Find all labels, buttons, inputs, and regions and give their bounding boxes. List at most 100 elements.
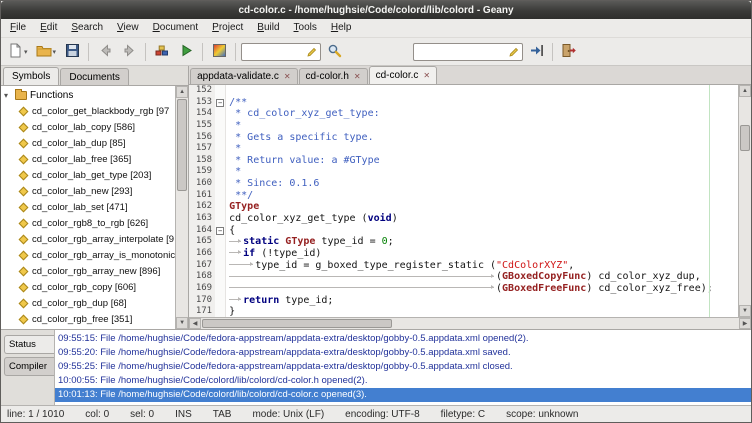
symbol-item[interactable]: cd_color_lab_set [471] — [1, 199, 175, 215]
new-file-dropdown-caret[interactable]: ▾ — [24, 48, 28, 56]
scroll-down-arrow[interactable]: ▼ — [739, 305, 751, 317]
symbol-item[interactable]: cd_color_rgb_free [351] — [1, 311, 175, 327]
editor-tab-cd-color.c[interactable]: cd-color.c✕ — [369, 66, 438, 84]
goto-line-button[interactable] — [525, 41, 547, 63]
symbol-item[interactable]: cd_color_rgb8_to_rgb [626] — [1, 215, 175, 231]
scroll-right-arrow[interactable]: ▶ — [739, 318, 751, 329]
tree-root-functions[interactable]: ▾Functions — [1, 87, 175, 103]
symbol-item[interactable]: cd_color_rgb_copy [606] — [1, 279, 175, 295]
menu-item-edit[interactable]: Edit — [33, 19, 64, 37]
symbol-item[interactable]: cd_color_rgb_array_interpolate [9 — [1, 231, 175, 247]
code-line[interactable]: 152 — [189, 85, 738, 97]
message-row[interactable]: 09:55:20: File /home/hughsie/Code/fedora… — [55, 346, 751, 360]
run-button[interactable] — [175, 41, 197, 63]
code-line[interactable]: 154 * cd_color_xyz_get_type: — [189, 108, 738, 120]
code-editor[interactable]: 152153−/**154 * cd_color_xyz_get_type:15… — [189, 85, 738, 317]
symbol-item[interactable]: cd_color_lab_get_type [203] — [1, 167, 175, 183]
message-row[interactable]: 10:01:13: File /home/hughsie/Code/colord… — [55, 388, 751, 402]
code-line[interactable]: 156 * Gets a specific type. — [189, 132, 738, 144]
editor-tab-cd-color.h[interactable]: cd-color.h ✕ — [299, 68, 368, 84]
menu-item-search[interactable]: Search — [64, 19, 110, 37]
entry-clear-icon[interactable] — [306, 47, 318, 57]
code-token: ) — [392, 213, 398, 224]
scrollbar-thumb[interactable] — [740, 125, 750, 151]
editor-tab-appdata-validate.c[interactable]: appdata-validate.c✕ — [190, 68, 297, 84]
scroll-down-arrow[interactable]: ▼ — [176, 317, 188, 329]
scroll-left-arrow[interactable]: ◀ — [189, 318, 201, 329]
code-line[interactable]: 165static GType type_id = 0; — [189, 236, 738, 248]
new-file-button[interactable]: ▾ — [5, 41, 31, 63]
sidebar-tab-documents[interactable]: Documents — [60, 68, 129, 85]
code-line[interactable]: 167type_id = g_boxed_type_register_stati… — [189, 260, 738, 272]
code-line[interactable]: 169(GBoxedFreeFunc) cd_color_xyz_free); — [189, 283, 738, 295]
code-line[interactable]: 171} — [189, 306, 738, 317]
navigate-back-button[interactable] — [94, 41, 116, 63]
symbol-item[interactable]: cd_color_rgb_array_new [896] — [1, 263, 175, 279]
navigate-forward-button[interactable] — [118, 41, 140, 63]
message-row[interactable]: 09:55:15: File /home/hughsie/Code/fedora… — [55, 332, 751, 346]
compile-button[interactable] — [151, 41, 173, 63]
code-line[interactable]: 161 **/ — [189, 190, 738, 202]
code-line[interactable]: 160 * Since: 0.1.6 — [189, 178, 738, 190]
menu-item-document[interactable]: Document — [146, 19, 206, 37]
code-line[interactable]: 163cd_color_xyz_get_type (void) — [189, 213, 738, 225]
search-button[interactable] — [323, 41, 345, 63]
tab-close-icon[interactable]: ✕ — [423, 72, 430, 80]
editor-hscrollbar[interactable]: ◀ ▶ — [189, 317, 751, 329]
symbol-item[interactable]: cd_color_rgb_dup [68] — [1, 295, 175, 311]
function-tag-icon — [19, 106, 29, 116]
expander-icon[interactable]: ▾ — [4, 91, 12, 100]
menu-item-project[interactable]: Project — [205, 19, 250, 37]
fold-toggle-icon[interactable]: − — [216, 227, 224, 235]
menu-item-build[interactable]: Build — [250, 19, 286, 37]
code-line[interactable]: 153−/** — [189, 97, 738, 109]
open-file-button[interactable]: ▾ — [33, 41, 60, 63]
scroll-up-arrow[interactable]: ▲ — [176, 86, 188, 98]
code-line[interactable]: 166if (!type_id) — [189, 248, 738, 260]
menu-item-view[interactable]: View — [110, 19, 146, 37]
menu-item-tools[interactable]: Tools — [287, 19, 324, 37]
code-line[interactable]: 158 * Return value: a #GType — [189, 155, 738, 167]
fold-toggle-icon[interactable]: − — [216, 99, 224, 107]
code-line[interactable]: 164−{ — [189, 225, 738, 237]
symbol-item[interactable]: cd_color_get_blackbody_rgb [97 — [1, 103, 175, 119]
code-line[interactable]: 157 * — [189, 143, 738, 155]
title-bar[interactable]: cd-color.c - /home/hughsie/Code/colord/l… — [1, 1, 751, 19]
code-line[interactable]: 168(GBoxedCopyFunc) cd_color_xyz_dup, — [189, 271, 738, 283]
code-line[interactable]: 155 * — [189, 120, 738, 132]
open-file-dropdown-caret[interactable]: ▾ — [53, 48, 57, 56]
sidebar-scrollbar[interactable]: ▲ ▼ — [175, 86, 188, 329]
code-line[interactable]: 162GType — [189, 201, 738, 213]
compile-bricks-icon — [154, 43, 170, 61]
symbol-item[interactable]: cd_color_lab_new [293] — [1, 183, 175, 199]
goto-line-input[interactable] — [414, 45, 508, 59]
code-token: * cd_color_xyz_get_type: — [229, 108, 380, 119]
editor-vscrollbar[interactable]: ▲ ▼ — [738, 85, 751, 317]
symbol-item[interactable]: cd_color_lab_dup [85] — [1, 135, 175, 151]
quit-button[interactable] — [558, 41, 580, 63]
save-button[interactable] — [61, 41, 83, 63]
status-field: filetype: C — [441, 409, 485, 420]
message-tab-status[interactable]: Status — [4, 335, 54, 354]
entry-clear-icon[interactable] — [508, 47, 520, 57]
code-line[interactable]: 170return type_id; — [189, 295, 738, 307]
tab-close-icon[interactable]: ✕ — [354, 73, 361, 81]
symbol-item[interactable]: cd_color_lab_free [365] — [1, 151, 175, 167]
message-tab-compiler[interactable]: Compiler — [4, 357, 54, 376]
editor-tab-label: cd-color.h — [306, 71, 349, 82]
search-input[interactable] — [242, 45, 306, 59]
message-row[interactable]: 10:00:55: File /home/hughsie/Code/colord… — [55, 374, 751, 388]
scroll-up-arrow[interactable]: ▲ — [739, 85, 751, 97]
tab-close-icon[interactable]: ✕ — [284, 73, 291, 81]
sidebar-tab-symbols[interactable]: Symbols — [3, 67, 59, 85]
menu-item-help[interactable]: Help — [324, 19, 359, 37]
color-chooser-button[interactable] — [208, 41, 230, 63]
function-tag-icon — [19, 202, 29, 212]
symbol-item[interactable]: cd_color_lab_copy [586] — [1, 119, 175, 135]
message-row[interactable]: 09:55:25: File /home/hughsie/Code/fedora… — [55, 360, 751, 374]
scrollbar-thumb[interactable] — [202, 319, 392, 328]
menu-item-file[interactable]: File — [3, 19, 33, 37]
scrollbar-thumb[interactable] — [177, 99, 187, 191]
symbol-item[interactable]: cd_color_rgb_array_is_monotonic — [1, 247, 175, 263]
code-line[interactable]: 159 * — [189, 166, 738, 178]
